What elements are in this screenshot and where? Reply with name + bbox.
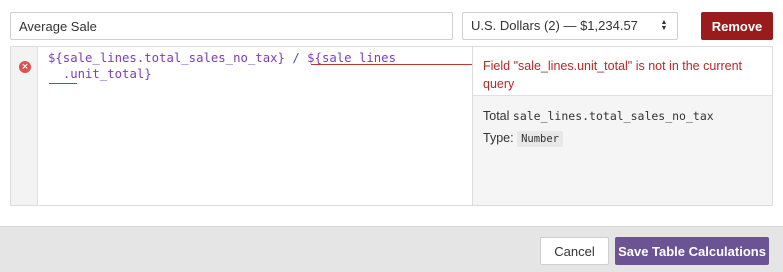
code-field-total-sales: ${sale_lines.total_sales_no_tax} [48, 51, 285, 65]
cancel-button[interactable]: Cancel [540, 237, 609, 265]
calculation-name-input[interactable] [10, 12, 453, 40]
field-name: sale_lines.total_sales_no_tax [512, 109, 714, 123]
format-select[interactable]: U.S. Dollars (2) — $1,234.57 ▲ ▼ [462, 12, 678, 40]
code-line-2: .unit_total} [48, 66, 468, 82]
error-message: Field "sale_lines.unit_total" is not in … [473, 47, 772, 96]
field-type-badge: Number [517, 131, 563, 147]
select-arrows-icon: ▲ ▼ [660, 19, 668, 32]
error-underline [311, 64, 472, 65]
expression-code[interactable]: ${sale_lines.total_sales_no_tax} / ${sal… [48, 50, 468, 82]
remove-button[interactable]: Remove [701, 12, 773, 40]
calculation-header-row: U.S. Dollars (2) — $1,234.57 ▲ ▼ Remove [10, 12, 773, 40]
field-info-panel: Field "sale_lines.unit_total" is not in … [472, 47, 772, 205]
editor-gutter: × [11, 47, 38, 205]
dialog-footer: Cancel Save Table Calculations [0, 226, 783, 272]
field-name-row: Total sale_lines.total_sales_no_tax [483, 105, 762, 127]
expression-editor[interactable]: × ${sale_lines.total_sales_no_tax} / ${s… [10, 46, 773, 206]
field-type-label: Type: [483, 131, 514, 145]
error-icon: × [19, 61, 31, 73]
code-operator: / [284, 51, 308, 65]
field-type-row: Type: Number [483, 127, 762, 149]
field-prefix: Total [483, 109, 510, 123]
field-details: Total sale_lines.total_sales_no_tax Type… [473, 96, 772, 158]
code-field-unit-total-end: .unit_total} [62, 67, 152, 81]
error-underline-continued [49, 83, 77, 84]
save-table-calculations-button[interactable]: Save Table Calculations [615, 237, 769, 265]
code-field-unit-total-start: ${sale_lines [307, 51, 396, 65]
format-select-value: U.S. Dollars (2) — $1,234.57 [471, 18, 638, 33]
